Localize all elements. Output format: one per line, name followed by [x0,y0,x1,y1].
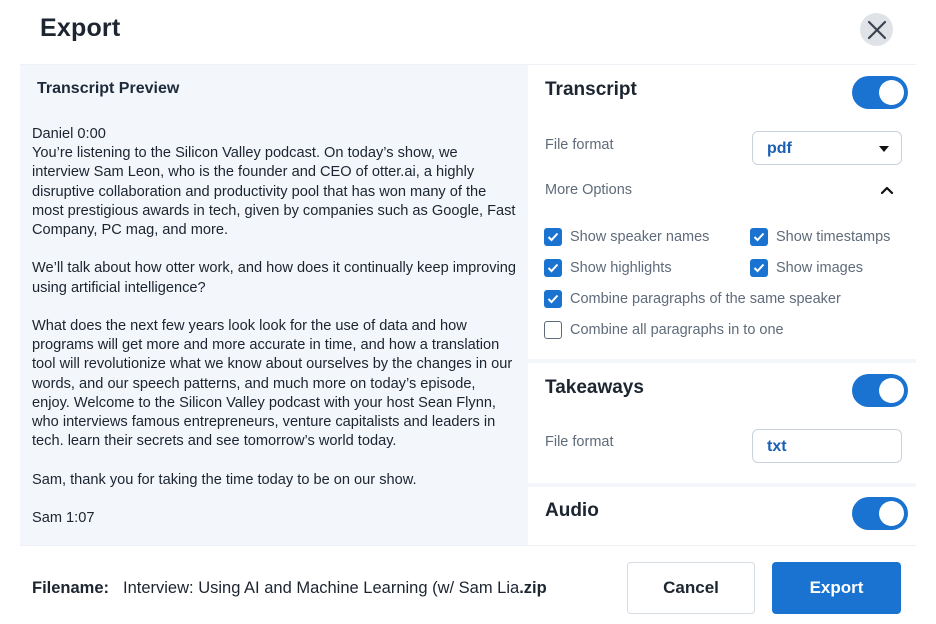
checkbox-checked-icon [544,290,562,308]
checkbox-label: Combine all paragraphs in to one [570,322,784,338]
checkbox-label: Show highlights [570,260,672,276]
checkbox-label: Show images [776,260,864,276]
export-button[interactable]: Export [772,562,901,614]
transcript-preview-panel[interactable]: Transcript Preview Daniel 0:00 You’re li… [20,65,528,545]
preview-paragraph: You’re listening to the Silicon Valley p… [32,145,516,239]
section-divider [528,359,916,363]
close-button[interactable] [860,13,893,46]
filename-label: Filename: [32,579,110,597]
checkbox-checked-icon [544,228,562,246]
transcript-file-format-select[interactable]: pdf [752,131,902,165]
cancel-button[interactable]: Cancel [627,562,755,614]
filename-value: Interview: Using AI and Machine Learning… [123,579,520,597]
toggle-knob [879,378,904,403]
checkbox-combine-same-speaker[interactable]: Combine paragraphs of the same speaker [544,290,841,308]
checkbox-unchecked-icon [544,321,562,339]
filename-extension: .zip [519,579,547,597]
takeaways-file-format-field[interactable]: txt [752,429,902,463]
toggle-knob [879,80,904,105]
preview-title: Transcript Preview [37,80,180,97]
section-divider [528,483,916,487]
filename-field[interactable]: Interview: Using AI and Machine Learning… [123,579,547,598]
checkbox-show-timestamps[interactable]: Show timestamps [750,228,890,246]
select-value: pdf [767,140,792,157]
takeaways-toggle[interactable] [852,374,908,407]
checkbox-show-images[interactable]: Show images [750,259,863,277]
footer-divider [20,545,916,546]
checkbox-checked-icon [750,259,768,277]
more-options-label: More Options [545,182,633,198]
toggle-knob [879,501,904,526]
checkbox-label: Show timestamps [776,229,891,245]
preview-paragraph: What does the next few years look look f… [32,318,513,450]
field-value: txt [767,438,787,455]
preview-speaker-line: Sam 1:07 [32,510,95,526]
dialog-title: Export [40,14,121,42]
takeaways-section-title: Takeaways [545,377,644,398]
checkbox-checked-icon [544,259,562,277]
preview-text: Daniel 0:00 You’re listening to the Sili… [32,125,516,528]
close-icon [867,20,886,39]
takeaways-file-format-label: File format [545,434,614,450]
checkbox-show-highlights[interactable]: Show highlights [544,259,672,277]
transcript-section-title: Transcript [545,79,637,100]
checkbox-label: Combine paragraphs of the same speaker [570,291,841,307]
checkbox-checked-icon [750,228,768,246]
audio-section-title: Audio [545,500,599,521]
transcript-file-format-label: File format [545,137,614,153]
chevron-up-icon[interactable] [880,185,894,195]
checkbox-combine-all[interactable]: Combine all paragraphs in to one [544,321,784,339]
checkbox-show-speaker-names[interactable]: Show speaker names [544,228,709,246]
preview-speaker-line: Daniel 0:00 [32,126,106,142]
preview-paragraph: Sam, thank you for taking the time today… [32,471,417,488]
audio-toggle[interactable] [852,497,908,530]
dialog-header: Export [0,0,936,64]
transcript-toggle[interactable] [852,76,908,109]
checkbox-label: Show speaker names [570,229,710,245]
preview-paragraph: We’ll talk about how otter work, and how… [32,260,517,296]
caret-down-icon [879,146,889,152]
